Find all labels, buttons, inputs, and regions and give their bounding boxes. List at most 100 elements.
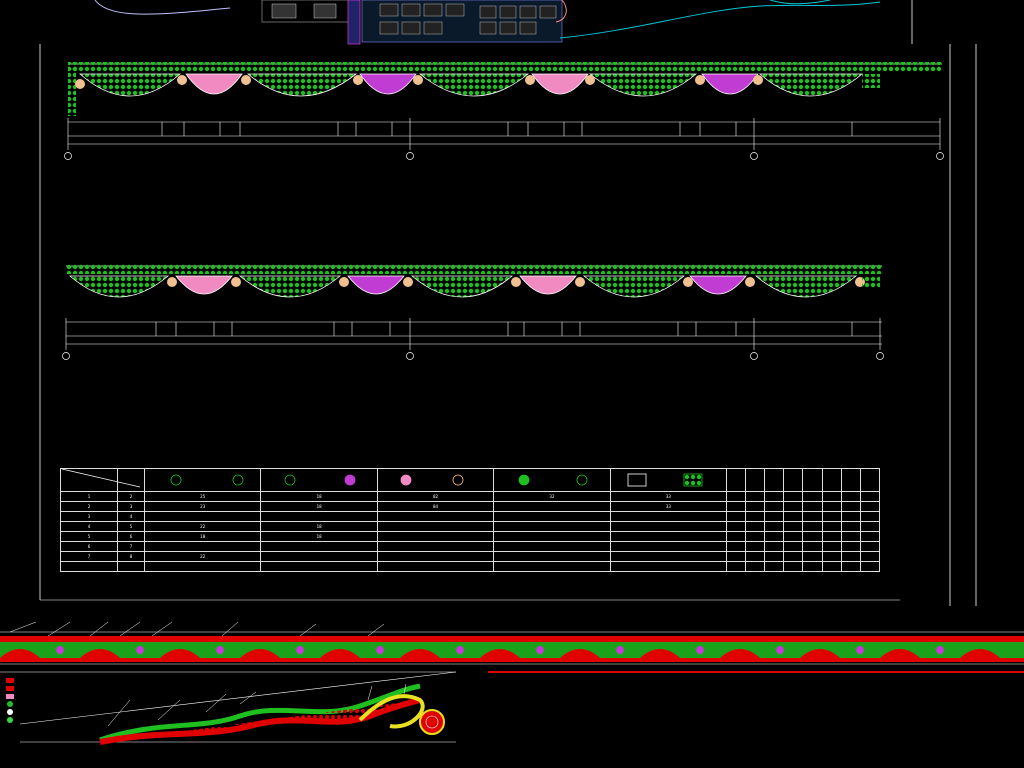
table-row: 1 2 25 18 82 32 33: [60, 491, 881, 502]
table-cell: 1: [60, 491, 118, 502]
table-cell: [745, 511, 766, 522]
table-cell: [783, 521, 804, 532]
table-cell: 82: [376, 491, 495, 502]
table-cell: [764, 511, 785, 522]
table-cell: 2: [117, 491, 145, 502]
table-cell: [745, 521, 766, 532]
table-cell: [821, 501, 842, 512]
table-cell: [783, 531, 804, 542]
table-cell: [609, 521, 728, 532]
table-cell: [745, 541, 766, 552]
plant-schedule-table: 1 2 25 18 82 32 33 2 3 23 18 84 33 34 4 5 22 18 5 6 18 18…: [60, 468, 881, 572]
table-cell: [783, 511, 804, 522]
table-cell: [376, 531, 495, 542]
table-row: 2 3 23 18 84 33: [60, 501, 881, 512]
table-cell: [726, 561, 747, 572]
table-cell: [726, 551, 747, 562]
header-cell: [840, 468, 861, 492]
table-cell: [493, 561, 611, 572]
table-cell: [783, 561, 804, 572]
table-cell: [783, 501, 804, 512]
table-cell: [840, 521, 861, 532]
table-cell: [821, 551, 842, 562]
table-cell: 18: [260, 521, 378, 532]
table-cell: [821, 541, 842, 552]
table-cell: [802, 501, 823, 512]
curved-path-planting: [0, 671, 457, 745]
table-cell: [493, 551, 611, 562]
table-cell: [821, 561, 842, 572]
table-cell: [821, 521, 842, 532]
table-cell: [859, 531, 881, 542]
table-cell: 33: [609, 491, 728, 502]
table-cell: [493, 541, 611, 552]
table-cell: [726, 511, 747, 522]
table-cell: [802, 491, 823, 502]
table-cell: [376, 541, 495, 552]
header-cell: [859, 468, 881, 492]
table-cell: [143, 541, 262, 552]
table-cell: [783, 551, 804, 562]
table-cell: [802, 541, 823, 552]
header-cell: [117, 468, 145, 492]
header-cell: [143, 468, 262, 492]
table-cell: [726, 541, 747, 552]
table-cell: [802, 521, 823, 532]
table-cell: [802, 511, 823, 522]
table-cell: [745, 551, 766, 562]
border-pattern-strip: [0, 621, 1024, 673]
table-cell: 84: [376, 501, 495, 512]
table-cell: [859, 491, 881, 502]
table-cell: [60, 561, 118, 572]
table-cell: [745, 531, 766, 542]
table-cell: [840, 511, 861, 522]
header-cell: [609, 468, 728, 492]
table-cell: 23: [143, 501, 262, 512]
table-cell: [745, 501, 766, 512]
table-cell: [260, 551, 378, 562]
table-cell: 6: [117, 531, 145, 542]
table-cell: [117, 561, 145, 572]
table-cell: [840, 541, 861, 552]
table-cell: 3: [117, 501, 145, 512]
table-cell: [840, 501, 861, 512]
table-row: 7 8 22: [60, 551, 881, 562]
table-cell: [609, 531, 728, 542]
table-cell: [764, 531, 785, 542]
table-cell: 7: [60, 551, 118, 562]
table-cell: [609, 551, 728, 562]
table-cell: [821, 491, 842, 502]
table-row: 67: [60, 541, 881, 552]
table-cell: 22: [143, 521, 262, 532]
header-cell: [745, 468, 766, 492]
table-cell: 18: [260, 531, 378, 542]
table-cell: [802, 531, 823, 542]
table-cell: [726, 521, 747, 532]
table-cell: [493, 521, 611, 532]
table-cell: 3: [60, 511, 118, 522]
table-cell: [609, 561, 728, 572]
table-cell: [821, 511, 842, 522]
table-cell: 18: [260, 491, 378, 502]
table-cell: [493, 511, 611, 522]
header-cell: [60, 468, 118, 492]
table-cell: [764, 561, 785, 572]
table-cell: [859, 501, 881, 512]
table-header-row: [60, 468, 881, 492]
table-cell: 25: [143, 491, 262, 502]
header-cell: [821, 468, 842, 492]
table-cell: [493, 531, 611, 542]
table-cell: [821, 531, 842, 542]
table-cell: [783, 541, 804, 552]
cad-drawing-canvas: [0, 0, 1024, 745]
table-cell: [745, 561, 766, 572]
table-cell: [783, 491, 804, 502]
table-cell: 7: [117, 541, 145, 552]
table-cell: [260, 541, 378, 552]
planting-strip-1: [64, 62, 944, 160]
table-cell: [859, 521, 881, 532]
table-cell: 22: [143, 551, 262, 562]
table-cell: 5: [117, 521, 145, 532]
table-cell: [802, 561, 823, 572]
table-cell: [859, 541, 881, 552]
